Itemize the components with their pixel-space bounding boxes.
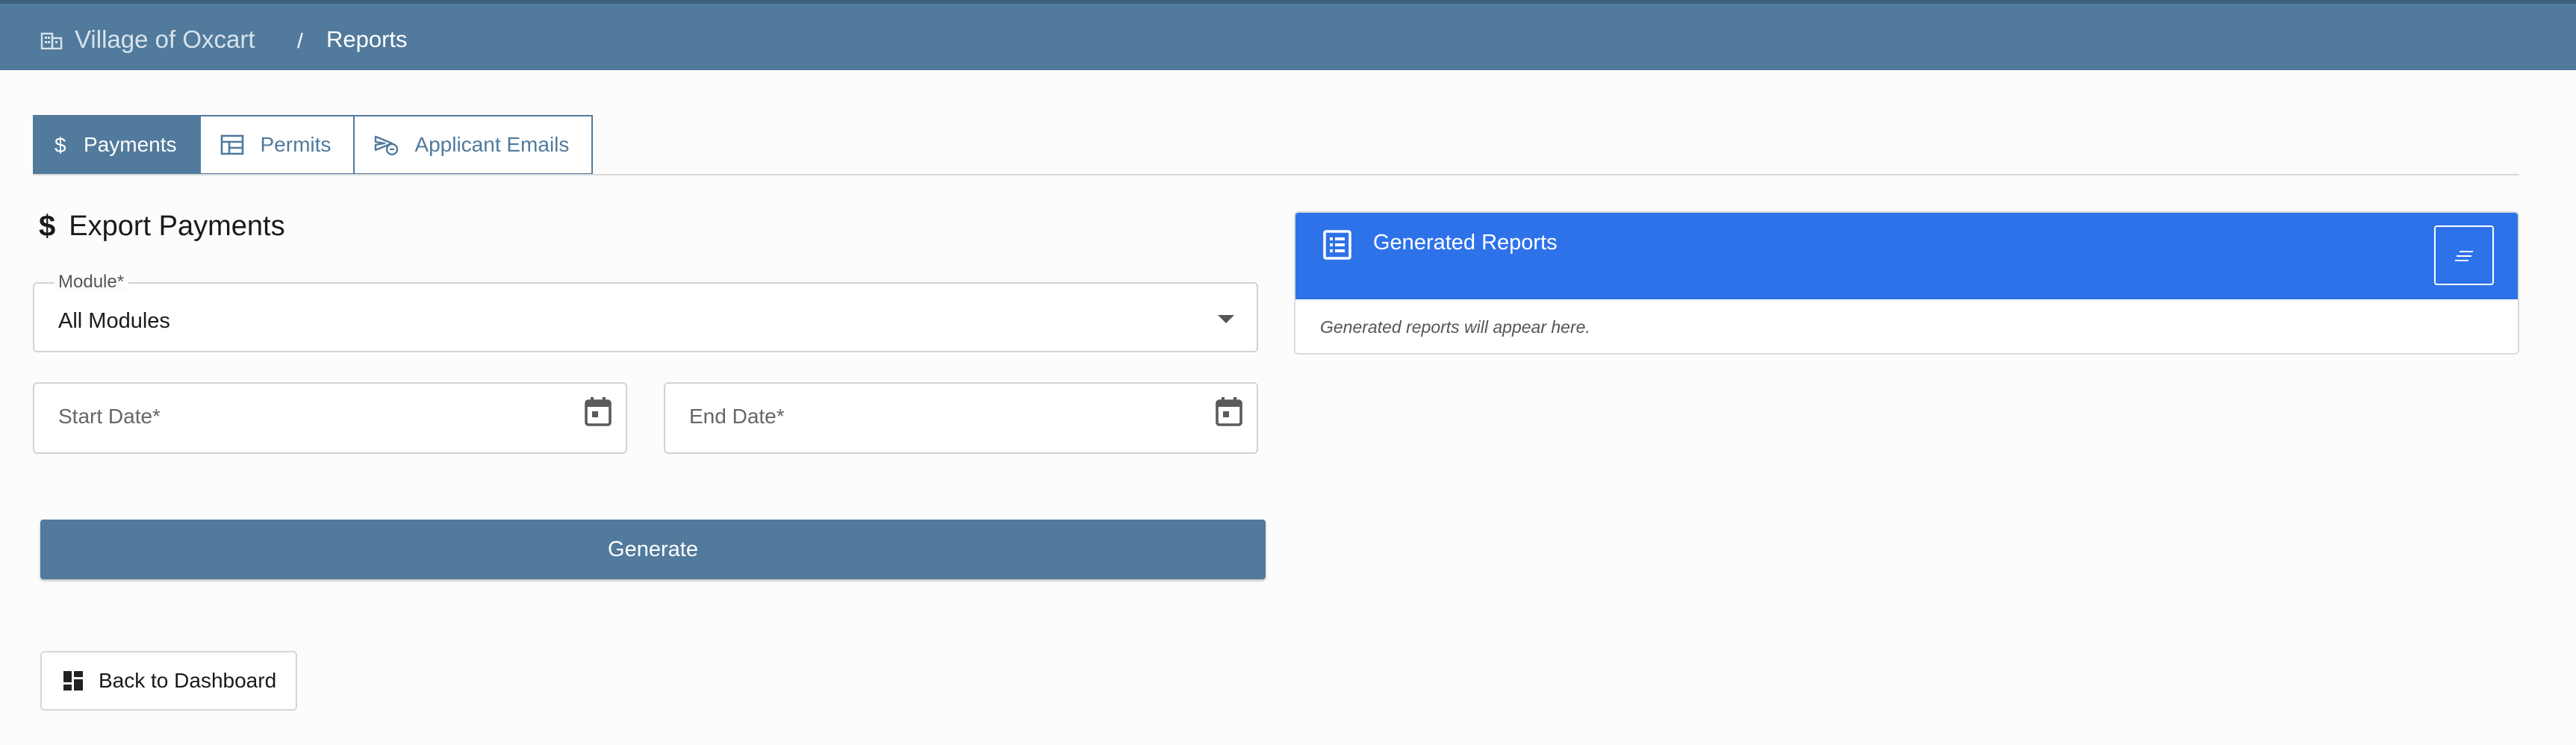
panel-title: Generated Reports (1373, 231, 1558, 255)
report-tabs: $ Payments Permits Applicant Emails (33, 115, 594, 175)
calendar-icon[interactable] (584, 396, 612, 427)
dashboard-icon (63, 671, 83, 691)
list-icon (1323, 230, 1351, 260)
panel-header: Generated Reports (1295, 213, 2518, 299)
empty-reports-message: Generated reports will appear here. (1320, 317, 1590, 337)
table-icon (220, 134, 243, 155)
breadcrumb-current: Reports (326, 26, 408, 52)
tab-applicant-emails[interactable]: Applicant Emails (355, 115, 594, 175)
start-date-placeholder: Start Date* (58, 405, 161, 428)
module-select[interactable]: Module* All Modules (33, 272, 1258, 352)
generate-button[interactable]: Generate (40, 520, 1266, 579)
back-button-label: Back to Dashboard (99, 669, 277, 692)
end-date-field[interactable]: End Date* (664, 382, 1258, 454)
breadcrumb-separator: / (297, 29, 303, 52)
tab-label: Applicant Emails (414, 133, 570, 156)
tab-label: Payments (84, 133, 177, 156)
tab-permits[interactable]: Permits (200, 115, 355, 175)
export-title-text: Export Payments (69, 211, 285, 242)
module-value: All Modules (58, 309, 170, 333)
calendar-icon[interactable] (1215, 396, 1243, 427)
send-email-icon (375, 135, 399, 155)
lines-icon (2455, 251, 2473, 261)
tab-payments[interactable]: $ Payments (33, 115, 201, 175)
svg-text:$: $ (55, 134, 66, 156)
breadcrumb-home[interactable]: Village of Oxcart (75, 25, 255, 54)
clear-list-button[interactable] (2434, 225, 2494, 285)
start-date-field[interactable]: Start Date* (33, 382, 627, 454)
chevron-down-icon (1218, 315, 1234, 323)
back-to-dashboard-button[interactable]: Back to Dashboard (40, 651, 297, 711)
building-icon (40, 32, 63, 50)
end-date-placeholder: End Date* (689, 405, 785, 428)
generated-reports-panel: Generated Reports Generated reports will… (1294, 211, 2519, 355)
dollar-icon: $ (55, 134, 66, 156)
top-bar: Village of Oxcart / Reports (0, 0, 2576, 70)
module-label: Module* (54, 272, 129, 293)
export-title: $ Export Payments (39, 210, 285, 243)
tab-label: Permits (260, 133, 332, 156)
dollar-icon: $ (39, 210, 56, 243)
tab-divider (33, 174, 2519, 175)
